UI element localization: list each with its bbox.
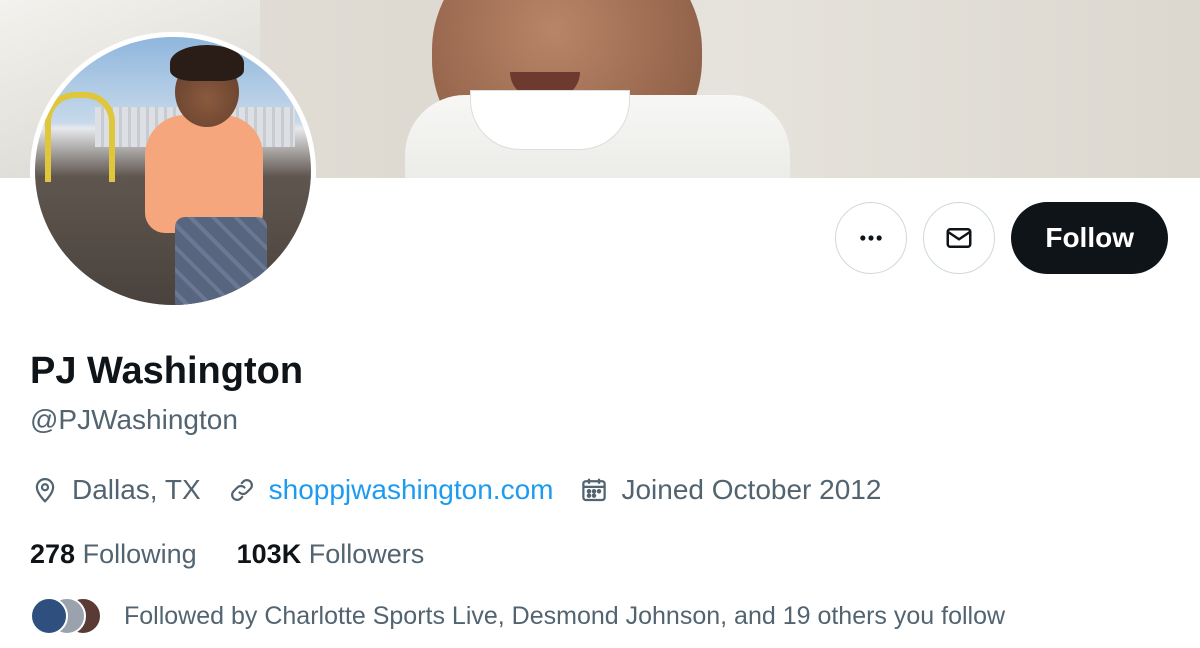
profile-avatar[interactable] [30,32,316,310]
avatar-kid-hair [170,45,244,81]
followed-by-avatars [30,597,102,635]
followers-count: 103K [236,539,302,569]
joined-item: Joined October 2012 [579,474,881,506]
followed-by-text: Followed by Charlotte Sports Live, Desmo… [124,601,1006,630]
location-text: Dallas, TX [72,474,201,505]
profile-meta: Dallas, TX shoppjwashington.com Joined O… [30,474,907,506]
avatar-playground [45,92,115,182]
followers-link[interactable]: 103K Followers [237,539,425,570]
location-pin-icon [35,478,55,503]
follow-button[interactable]: Follow [1011,202,1168,274]
joined-text: Joined October 2012 [621,474,882,505]
message-button[interactable] [923,202,996,274]
follower-avatar-1 [30,597,68,635]
following-count: 278 [30,539,76,569]
followers-label: Followers [308,539,425,569]
banner-baby-collar [470,90,630,150]
more-horizontal-icon [860,235,883,241]
location-item: Dallas, TX [30,474,201,506]
following-link[interactable]: 278 Following [30,539,197,570]
profile-stats: 278 Following 103K Followers [30,539,464,570]
envelope-icon [946,228,972,248]
avatar-kid-pants [175,217,267,305]
website-item: shoppjwashington.com [227,474,554,506]
link-icon [230,479,253,501]
profile-handle: @PJWashington [30,404,238,435]
website-link[interactable]: shoppjwashington.com [269,474,554,506]
avatar-kid-jacket [145,115,263,233]
profile-actions: Follow [835,202,1168,274]
more-button[interactable] [835,202,908,274]
calendar-icon [582,478,607,502]
profile-name: PJ Washington [30,350,304,392]
followed-by-row[interactable]: Followed by Charlotte Sports Live, Desmo… [30,597,1005,635]
following-label: Following [82,539,197,569]
